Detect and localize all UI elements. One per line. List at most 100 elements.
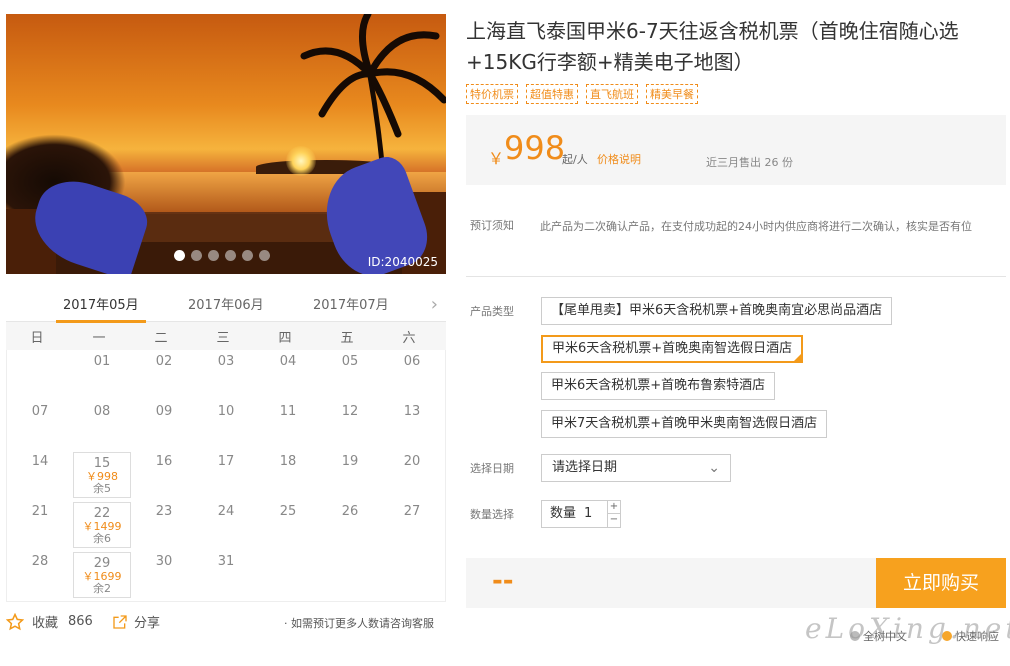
day-number: 10 — [217, 404, 235, 419]
quantity-stepper[interactable]: 数量 1 + − — [541, 500, 621, 528]
day-number: 02 — [155, 354, 173, 369]
day-number: 14 — [31, 454, 49, 469]
day-number: 24 — [217, 504, 235, 519]
calendar-day: 02 — [135, 352, 193, 398]
calendar-day: 26 — [321, 502, 379, 548]
calendar-day: 13 — [383, 402, 441, 448]
sold-count: 近三月售出 26 份 — [706, 156, 793, 169]
calendar-day: 21 — [11, 502, 69, 548]
share-label: 分享 — [134, 616, 161, 631]
calendar-day: 31 — [197, 552, 255, 598]
calendar-day: 30 — [135, 552, 193, 598]
calendar-day: 01 — [73, 352, 131, 398]
quantity-label: 数量选择 — [470, 508, 514, 521]
day-number: 11 — [279, 404, 297, 419]
calendar-day: 03 — [197, 352, 255, 398]
carousel-dot[interactable] — [191, 250, 202, 261]
carousel-dot[interactable] — [242, 250, 253, 261]
image-id: ID:2040025 — [367, 255, 438, 269]
product-title: 上海直飞泰国甲米6-7天往返含税机票（首晚住宿随心选+15KG行李额+精美电子地… — [466, 19, 959, 74]
tab-month-3[interactable]: 2017年07月 — [313, 294, 389, 313]
day-stock: 余5 — [93, 482, 111, 495]
calendar-day: 10 — [197, 402, 255, 448]
day-number: 21 — [31, 504, 49, 519]
day-number: 01 — [93, 354, 111, 369]
calendar-day: 20 — [383, 452, 441, 498]
calendar-day: 25 — [259, 502, 317, 548]
favorite-label: 收藏 — [32, 616, 59, 631]
tag-badge: 超值特惠 — [526, 84, 578, 104]
product-option-selected[interactable]: 甲米6天含税机票+首晚奥南智选假日酒店 — [541, 335, 804, 363]
calendar-day: 04 — [259, 352, 317, 398]
day-number: 07 — [31, 404, 49, 419]
calendar-day: 19 — [321, 452, 379, 498]
price-explain-link[interactable]: 价格说明 — [597, 151, 641, 167]
product-option[interactable]: 【尾单甩卖】甲米6天含税机票+首晚奥南宜必思尚品酒店 — [541, 297, 893, 325]
plus-icon[interactable]: + — [607, 501, 620, 514]
day-number: 04 — [279, 354, 297, 369]
notice-label: 预订须知 — [470, 219, 514, 232]
chevron-right-icon[interactable]: › — [431, 294, 438, 315]
buy-now-button[interactable]: 立即购买 — [876, 558, 1006, 608]
favorite-count: 866 — [68, 614, 93, 629]
minus-icon[interactable]: − — [607, 514, 620, 527]
price-amount: 998 — [504, 129, 566, 167]
date-select-value: 请选择日期 — [552, 460, 618, 475]
chevron-down-icon: ⌄ — [708, 460, 720, 476]
day-number: 05 — [341, 354, 359, 369]
carousel-dot[interactable] — [208, 250, 219, 261]
weekday-label: 三 — [216, 330, 230, 346]
day-number: 03 — [217, 354, 235, 369]
weekday-label: 日 — [30, 330, 44, 346]
share-icon — [113, 614, 127, 629]
day-number: 27 — [403, 504, 421, 519]
quantity-prefix: 数量 — [550, 506, 577, 521]
tag-badge: 精美早餐 — [646, 84, 698, 104]
day-number: 31 — [217, 554, 235, 569]
weekday-label: 二 — [154, 330, 168, 346]
watermark: eLoXing.net — [805, 612, 1010, 645]
notice-text: 此产品为二次确认产品，在支付成功起的24小时内供应商将进行二次确认，核实是否有位 — [540, 220, 972, 233]
product-image[interactable]: ID:2040025 — [6, 14, 446, 274]
day-number: 29 — [93, 556, 111, 571]
day-stock: 余6 — [93, 532, 111, 545]
day-number: 17 — [217, 454, 235, 469]
favorite-button[interactable]: 收藏 866 — [6, 612, 93, 631]
product-option[interactable]: 甲米6天含税机票+首晚布鲁索特酒店 — [541, 372, 776, 400]
day-number: 18 — [279, 454, 297, 469]
carousel-dots[interactable] — [174, 250, 270, 261]
calendar-day-available[interactable]: 15 ￥998 余5 — [73, 452, 131, 498]
calendar-day: 27 — [383, 502, 441, 548]
carousel-dot[interactable] — [259, 250, 270, 261]
price-box: ￥ 998 起/人 价格说明 近三月售出 26 份 — [466, 115, 1006, 185]
price-calendar: 2017年05月 2017年06月 2017年07月 › 日 一 二 三 四 五… — [6, 290, 446, 602]
date-select[interactable]: 请选择日期 ⌄ — [541, 454, 731, 482]
day-number: 16 — [155, 454, 173, 469]
day-number: 25 — [279, 504, 297, 519]
day-number: 23 — [155, 504, 173, 519]
divider — [466, 276, 1006, 277]
day-number: 08 — [93, 404, 111, 419]
day-number: 19 — [341, 454, 359, 469]
month-tabs: 2017年05月 2017年06月 2017年07月 › — [6, 290, 446, 323]
calendar-day: 14 — [11, 452, 69, 498]
consult-note: · 如需预订更多人数请咨询客服 — [284, 617, 434, 630]
day-number: 06 — [403, 354, 421, 369]
type-label: 产品类型 — [470, 305, 514, 318]
calendar-day-available[interactable]: 22 ￥1499 余6 — [73, 502, 131, 548]
tab-month-2[interactable]: 2017年06月 — [188, 294, 264, 313]
carousel-dot[interactable] — [174, 250, 185, 261]
calendar-day-available[interactable]: 29 ￥1699 余2 — [73, 552, 131, 598]
calendar-day: 05 — [321, 352, 379, 398]
product-option[interactable]: 甲米7天含税机票+首晚甲米奥南智选假日酒店 — [541, 410, 828, 438]
date-label: 选择日期 — [470, 462, 514, 475]
calendar-day: 06 — [383, 352, 441, 398]
calendar-day: 08 — [73, 402, 131, 448]
tab-month-1[interactable]: 2017年05月 — [63, 294, 139, 313]
share-button[interactable]: 分享 — [112, 612, 160, 631]
carousel-dot[interactable] — [225, 250, 236, 261]
day-number: 15 — [93, 456, 111, 471]
day-number: 12 — [341, 404, 359, 419]
day-number: 28 — [31, 554, 49, 569]
weekday-label: 四 — [278, 330, 292, 346]
